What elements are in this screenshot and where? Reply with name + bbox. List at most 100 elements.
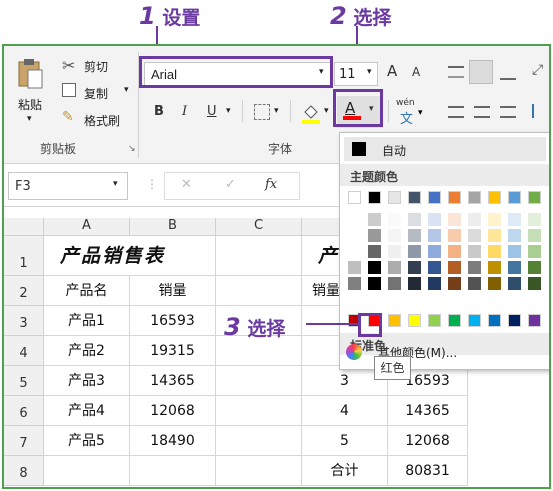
- cancel-icon[interactable]: ✕: [181, 177, 192, 192]
- cell-a7[interactable]: 产品5: [44, 426, 130, 456]
- standard-color-swatch[interactable]: [428, 314, 441, 327]
- theme-color-shade-swatch[interactable]: [388, 245, 401, 258]
- cell-c6[interactable]: [216, 396, 302, 426]
- border-icon[interactable]: [254, 104, 270, 120]
- cell-c1[interactable]: [216, 236, 302, 276]
- paste-icon[interactable]: [16, 58, 44, 90]
- theme-color-shade-swatch[interactable]: [408, 213, 421, 226]
- column-header-a[interactable]: A: [44, 218, 130, 236]
- cell-a3[interactable]: 产品1: [44, 306, 130, 336]
- theme-color-shade-swatch[interactable]: [428, 245, 441, 258]
- theme-color-shade-swatch[interactable]: [388, 261, 401, 274]
- row-header-2[interactable]: 2: [4, 276, 44, 306]
- underline-button[interactable]: U: [207, 104, 217, 119]
- theme-color-shade-swatch[interactable]: [368, 229, 381, 242]
- cell-c8[interactable]: [216, 456, 302, 486]
- theme-color-shade-swatch[interactable]: [348, 245, 361, 258]
- column-header-b[interactable]: B: [130, 218, 216, 236]
- theme-color-shade-swatch[interactable]: [528, 213, 541, 226]
- standard-color-swatch[interactable]: [508, 314, 521, 327]
- format-painter-icon[interactable]: ✎: [62, 109, 74, 125]
- cell-a2[interactable]: 产品名: [44, 276, 130, 306]
- theme-color-shade-swatch[interactable]: [488, 245, 501, 258]
- theme-color-shade-swatch[interactable]: [408, 261, 421, 274]
- font-size-input[interactable]: 11 ▾: [334, 62, 378, 86]
- column-header-c[interactable]: C: [216, 218, 302, 236]
- standard-color-swatch[interactable]: [488, 314, 501, 327]
- theme-color-shade-swatch[interactable]: [508, 229, 521, 242]
- theme-color-swatch[interactable]: [508, 191, 521, 204]
- fill-color-icon[interactable]: [302, 102, 320, 124]
- theme-color-shade-swatch[interactable]: [388, 229, 401, 242]
- theme-color-shade-swatch[interactable]: [368, 213, 381, 226]
- cell-a4[interactable]: 产品2: [44, 336, 130, 366]
- phonetic-dropdown-arrow[interactable]: ▾: [418, 108, 423, 118]
- cell-e6[interactable]: 14365: [388, 396, 468, 426]
- theme-color-shade-swatch[interactable]: [468, 261, 481, 274]
- theme-color-shade-swatch[interactable]: [448, 261, 461, 274]
- cell-a5[interactable]: 产品3: [44, 366, 130, 396]
- theme-color-shade-swatch[interactable]: [408, 277, 421, 290]
- theme-color-shade-swatch[interactable]: [408, 229, 421, 242]
- theme-color-shade-swatch[interactable]: [388, 277, 401, 290]
- row-header-3[interactable]: 3: [4, 306, 44, 336]
- standard-color-swatch[interactable]: [408, 314, 421, 327]
- scissors-icon[interactable]: ✂: [62, 56, 75, 75]
- theme-color-shade-swatch[interactable]: [468, 245, 481, 258]
- theme-color-shade-swatch[interactable]: [428, 261, 441, 274]
- theme-color-swatch[interactable]: [488, 191, 501, 204]
- italic-button[interactable]: I: [182, 104, 187, 119]
- cell-d8[interactable]: 合计: [302, 456, 388, 486]
- theme-color-shade-swatch[interactable]: [428, 277, 441, 290]
- border-dropdown-arrow[interactable]: ▾: [274, 106, 279, 116]
- theme-color-swatch[interactable]: [448, 191, 461, 204]
- theme-color-shade-swatch[interactable]: [468, 213, 481, 226]
- align-bottom-icon[interactable]: [500, 70, 516, 80]
- theme-color-shade-swatch[interactable]: [488, 277, 501, 290]
- row-header-8[interactable]: 8: [4, 456, 44, 486]
- standard-color-swatch[interactable]: [528, 314, 541, 327]
- theme-color-shade-swatch[interactable]: [368, 261, 381, 274]
- cell-c5[interactable]: [216, 366, 302, 396]
- copy-button[interactable]: 复制: [84, 85, 108, 102]
- theme-color-shade-swatch[interactable]: [528, 261, 541, 274]
- theme-color-shade-swatch[interactable]: [448, 213, 461, 226]
- theme-color-shade-swatch[interactable]: [368, 245, 381, 258]
- shrink-font-button[interactable]: A: [412, 65, 420, 79]
- theme-color-shade-swatch[interactable]: [528, 229, 541, 242]
- cell-c7[interactable]: [216, 426, 302, 456]
- font-size-dropdown-arrow[interactable]: ▾: [367, 67, 372, 77]
- theme-color-shade-swatch[interactable]: [348, 277, 361, 290]
- cell-e7[interactable]: 12068: [388, 426, 468, 456]
- cell-b6[interactable]: 12068: [130, 396, 216, 426]
- theme-color-swatch[interactable]: [408, 191, 421, 204]
- name-box[interactable]: F3 ▾: [8, 172, 128, 200]
- paste-button-label[interactable]: 粘贴: [18, 96, 42, 113]
- theme-color-shade-swatch[interactable]: [448, 277, 461, 290]
- theme-color-shade-swatch[interactable]: [348, 261, 361, 274]
- row-header-7[interactable]: 7: [4, 426, 44, 456]
- theme-color-swatch[interactable]: [468, 191, 481, 204]
- theme-color-shade-swatch[interactable]: [448, 229, 461, 242]
- theme-color-shade-swatch[interactable]: [528, 277, 541, 290]
- theme-color-shade-swatch[interactable]: [388, 213, 401, 226]
- orientation-icon[interactable]: ⤢: [532, 62, 543, 78]
- standard-color-swatch[interactable]: [448, 314, 461, 327]
- copy-icon[interactable]: [62, 83, 76, 97]
- theme-color-swatch[interactable]: [368, 191, 381, 204]
- enter-icon[interactable]: ✓: [225, 177, 236, 192]
- underline-dropdown-arrow[interactable]: ▾: [226, 106, 231, 116]
- cell-b4[interactable]: 19315: [130, 336, 216, 366]
- row-header-4[interactable]: 4: [4, 336, 44, 366]
- theme-color-shade-swatch[interactable]: [448, 245, 461, 258]
- cell-b2[interactable]: 销量: [130, 276, 216, 306]
- cell-a8[interactable]: [44, 456, 130, 486]
- theme-color-shade-swatch[interactable]: [408, 245, 421, 258]
- theme-color-shade-swatch[interactable]: [428, 229, 441, 242]
- theme-color-shade-swatch[interactable]: [508, 213, 521, 226]
- automatic-color-item[interactable]: 自动: [344, 137, 546, 161]
- cell-e8[interactable]: 80831: [388, 456, 468, 486]
- align-top-icon[interactable]: [448, 66, 464, 78]
- cell-b5[interactable]: 14365: [130, 366, 216, 396]
- grow-font-button[interactable]: A: [387, 62, 397, 80]
